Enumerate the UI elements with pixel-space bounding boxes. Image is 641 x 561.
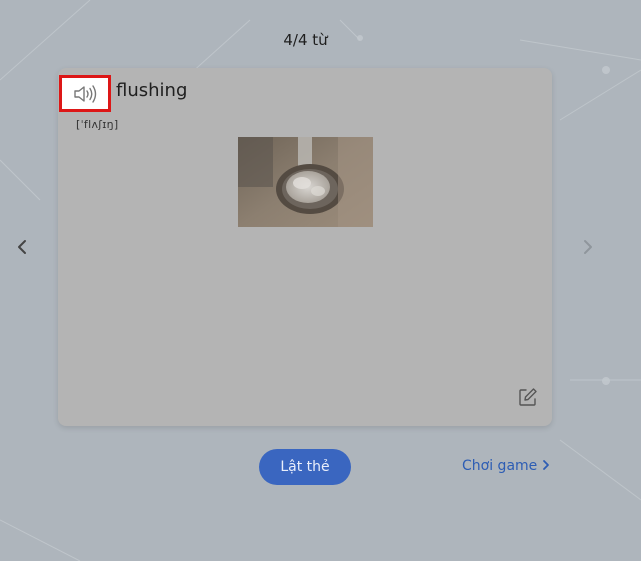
edit-icon xyxy=(519,388,537,406)
play-game-link[interactable]: Chơi game xyxy=(462,458,551,474)
speaker-icon xyxy=(74,85,97,103)
vocabulary-word: flushing xyxy=(116,80,188,101)
pronunciation-audio-button[interactable] xyxy=(59,75,111,112)
chevron-right-icon xyxy=(584,240,592,254)
word-counter: 4/4 từ xyxy=(283,31,328,49)
next-card-button[interactable] xyxy=(578,237,598,257)
chevron-left-icon xyxy=(18,240,26,254)
flashcard[interactable]: flushing [ˈflʌʃɪŋ] xyxy=(58,68,552,426)
sink-drain-water-image xyxy=(238,137,373,227)
flip-card-button[interactable]: Lật thẻ xyxy=(259,449,351,485)
play-game-label: Chơi game xyxy=(462,458,538,474)
edit-card-button[interactable] xyxy=(517,386,539,408)
previous-card-button[interactable] xyxy=(12,237,32,257)
chevron-right-icon xyxy=(543,460,550,470)
phonetic-transcription: [ˈflʌʃɪŋ] xyxy=(76,118,119,131)
